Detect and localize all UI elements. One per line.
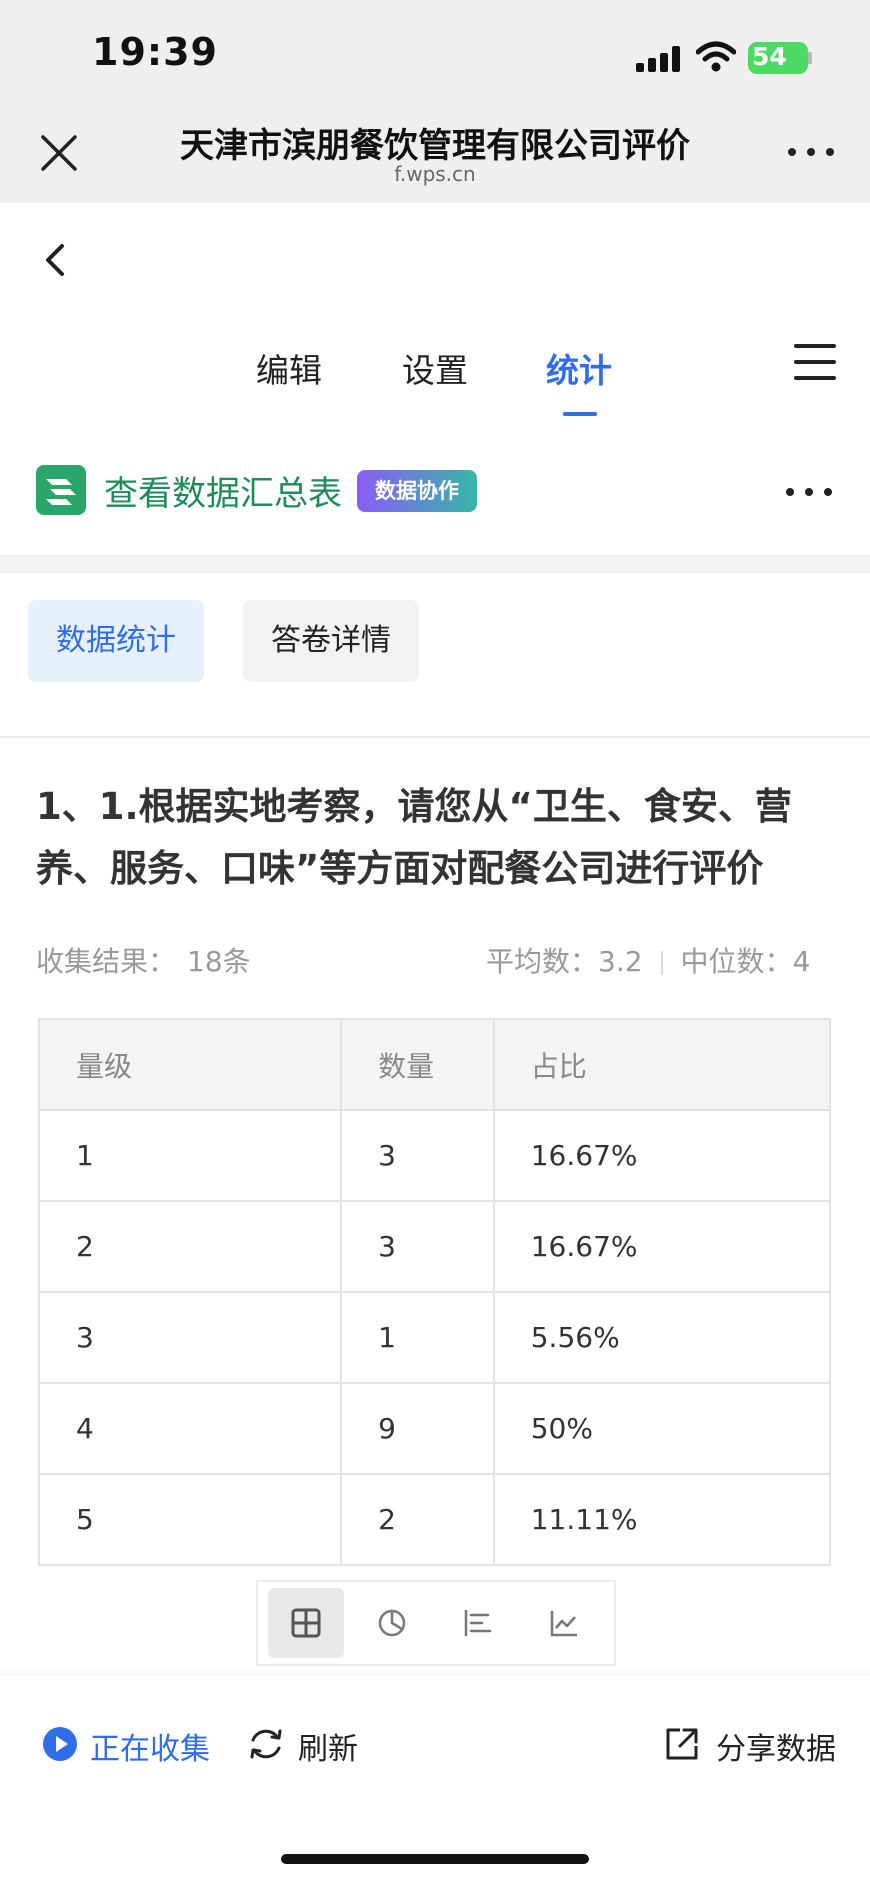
- cellular-signal-icon: [636, 46, 680, 72]
- menu-icon[interactable]: [794, 344, 836, 380]
- share-data-button[interactable]: 分享数据: [716, 1724, 836, 1768]
- cell-ratio: 5.56%: [492, 1291, 832, 1384]
- tab-edit[interactable]: 编辑: [256, 344, 322, 392]
- battery-level: 54: [752, 42, 787, 71]
- share-icon[interactable]: [664, 1726, 700, 1762]
- question-title: 1、1.根据实地考察，请您从“卫生、食安、营养、服务、口味”等方面对配餐公司进行…: [36, 785, 792, 890]
- table-row: 1 3 16.67%: [37, 1109, 832, 1202]
- average-value: 3.2: [598, 945, 643, 978]
- cell-level: 3: [37, 1291, 343, 1384]
- more-options-icon[interactable]: [786, 488, 832, 498]
- table-row: 2 3 16.67%: [37, 1200, 832, 1293]
- table-row: 3 1 5.56%: [37, 1291, 832, 1384]
- response-details-tab[interactable]: 答卷详情: [243, 600, 419, 682]
- refresh-button[interactable]: 刷新: [298, 1724, 358, 1768]
- line-chart-view-button[interactable]: [526, 1588, 602, 1658]
- battery-cap: [808, 52, 812, 64]
- more-options-icon[interactable]: [788, 148, 834, 158]
- collecting-status-button[interactable]: 正在收集: [90, 1724, 210, 1768]
- cell-level: 4: [37, 1382, 343, 1475]
- header-level: 量级: [37, 1018, 343, 1111]
- bottom-action-bar: [0, 1676, 870, 1883]
- cell-count: 2: [340, 1473, 495, 1566]
- home-indicator: [281, 1854, 589, 1864]
- status-time: 19:39: [92, 30, 218, 74]
- view-summary-link[interactable]: 查看数据汇总表: [104, 466, 342, 515]
- header-ratio: 占比: [492, 1018, 832, 1111]
- play-icon[interactable]: [42, 1726, 78, 1762]
- bar-chart-view-button[interactable]: [440, 1588, 516, 1658]
- cell-count: 3: [340, 1200, 495, 1293]
- collect-label: 收集结果：: [36, 945, 177, 978]
- back-icon[interactable]: [42, 242, 68, 278]
- view-toggle-bar: [256, 1580, 616, 1666]
- header-count: 数量: [340, 1018, 495, 1111]
- results-table: 量级 数量 占比 1 3 16.67% 2 3 16.67% 3 1 5.56%…: [37, 1018, 832, 1566]
- summary-stats: 平均数：3.2 中位数：4: [486, 940, 810, 980]
- cell-count: 3: [340, 1109, 495, 1202]
- cell-level: 5: [37, 1473, 343, 1566]
- spreadsheet-icon[interactable]: [36, 465, 86, 515]
- cell-ratio: 16.67%: [492, 1109, 832, 1202]
- table-header-row: 量级 数量 占比: [37, 1018, 832, 1111]
- table-view-button[interactable]: [268, 1588, 344, 1658]
- data-collab-badge[interactable]: 数据协作: [357, 470, 477, 512]
- cell-ratio: 11.11%: [492, 1473, 832, 1566]
- pie-chart-view-button[interactable]: [354, 1588, 430, 1658]
- average-label: 平均数：: [486, 945, 599, 978]
- cell-level: 2: [37, 1200, 343, 1293]
- stats-separator: [660, 951, 663, 975]
- tab-statistics[interactable]: 统计: [546, 344, 612, 392]
- bar-chart-icon: [464, 1610, 492, 1636]
- close-icon[interactable]: [38, 132, 80, 174]
- section-divider: [0, 555, 870, 573]
- table-row: 4 9 50%: [37, 1382, 832, 1475]
- refresh-icon[interactable]: [246, 1724, 286, 1764]
- data-statistics-tab[interactable]: 数据统计: [28, 600, 204, 682]
- page-domain: f.wps.cn: [394, 162, 476, 186]
- wifi-icon: [696, 41, 736, 72]
- table-icon: [291, 1608, 321, 1638]
- tab-settings[interactable]: 设置: [402, 344, 468, 392]
- cell-count: 1: [340, 1291, 495, 1384]
- median-value: 4: [792, 945, 811, 978]
- cell-level: 1: [37, 1109, 343, 1202]
- cell-ratio: 16.67%: [492, 1200, 832, 1293]
- line-chart-icon: [550, 1611, 577, 1637]
- active-tab-indicator: [563, 412, 597, 416]
- median-label: 中位数：: [680, 945, 793, 978]
- divider: [0, 736, 870, 738]
- table-row: 5 2 11.11%: [37, 1473, 832, 1566]
- cell-count: 9: [340, 1382, 495, 1475]
- page-title: 天津市滨朋餐饮管理有限公司评价: [180, 126, 690, 166]
- cell-ratio: 50%: [492, 1382, 832, 1475]
- pie-chart-icon: [378, 1609, 406, 1637]
- collect-count: 18条: [187, 945, 251, 978]
